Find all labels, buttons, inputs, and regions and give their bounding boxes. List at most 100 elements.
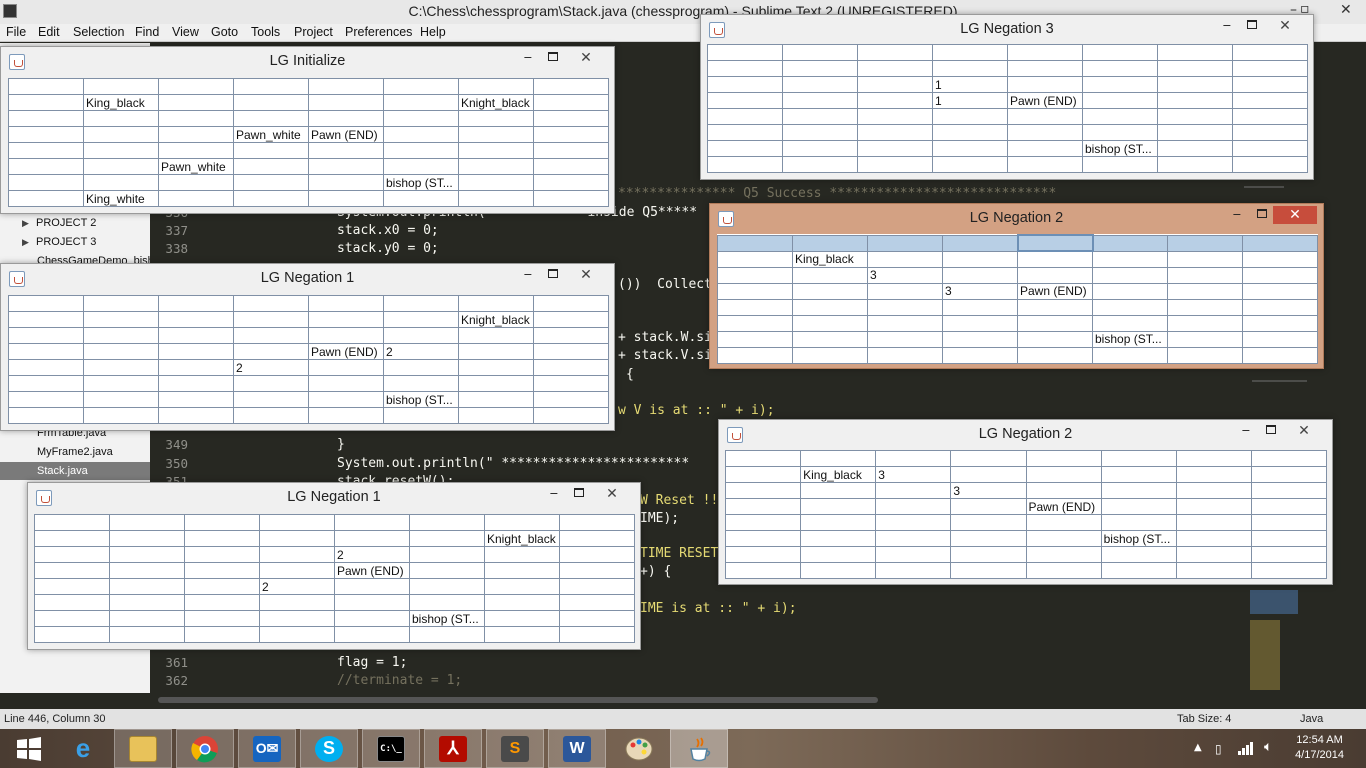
table-cell[interactable]	[867, 330, 943, 348]
table-cell[interactable]	[533, 311, 609, 328]
table-cell[interactable]	[1157, 76, 1233, 93]
table-cell[interactable]	[233, 174, 309, 191]
table-cell[interactable]	[1250, 450, 1328, 467]
table-cell[interactable]: bishop (ST...	[409, 610, 485, 627]
table-cell[interactable]	[383, 375, 459, 392]
table-cell[interactable]	[1175, 562, 1252, 579]
table-cell[interactable]	[1007, 140, 1083, 157]
menu-tools[interactable]: Tools	[251, 25, 280, 39]
table-cell[interactable]	[707, 140, 783, 157]
table-cell[interactable]	[409, 546, 485, 563]
table-cell[interactable]	[83, 78, 159, 95]
table-cell[interactable]	[717, 346, 793, 364]
sublime-text-button[interactable]: S	[486, 729, 544, 768]
table-cell[interactable]	[1025, 530, 1102, 547]
table-cell[interactable]	[1082, 92, 1158, 109]
table-cell[interactable]	[1007, 156, 1083, 173]
table-cell[interactable]	[533, 391, 609, 408]
table-cell[interactable]	[233, 78, 309, 95]
table-cell[interactable]: 3	[875, 466, 952, 483]
table-cell[interactable]	[1232, 92, 1308, 109]
table-cell[interactable]	[1100, 498, 1177, 515]
table-cell[interactable]	[800, 546, 877, 563]
table-cell[interactable]	[158, 174, 234, 191]
table-cell[interactable]	[1232, 44, 1308, 61]
table-cell[interactable]	[308, 407, 384, 424]
scrollbar-thumb[interactable]	[158, 697, 878, 703]
table-row[interactable]	[717, 234, 1318, 252]
table-row[interactable]: bishop (ST...	[8, 174, 609, 191]
table-cell[interactable]	[233, 407, 309, 424]
table-cell[interactable]	[782, 60, 858, 77]
table-cell[interactable]	[233, 142, 309, 159]
table-cell[interactable]	[1250, 562, 1328, 579]
table-cell[interactable]	[1082, 60, 1158, 77]
table-cell[interactable]	[1100, 482, 1177, 499]
table-cell[interactable]	[158, 190, 234, 207]
table-cell[interactable]	[83, 142, 159, 159]
table-cell[interactable]	[458, 295, 534, 312]
table-cell[interactable]	[308, 158, 384, 175]
table-cell[interactable]	[559, 578, 635, 595]
table-row[interactable]	[724, 450, 1328, 467]
table-row[interactable]	[707, 124, 1308, 141]
table-cell[interactable]	[1017, 314, 1093, 332]
table-cell[interactable]	[34, 626, 110, 643]
table-cell[interactable]	[857, 140, 933, 157]
table-cell[interactable]	[458, 142, 534, 159]
table-cell[interactable]	[409, 594, 485, 611]
table-cell[interactable]	[707, 124, 783, 141]
table-row[interactable]	[707, 44, 1308, 61]
table-cell[interactable]	[1157, 124, 1233, 141]
table-cell[interactable]	[1092, 282, 1168, 300]
table-cell[interactable]	[932, 60, 1008, 77]
table-cell[interactable]	[158, 375, 234, 392]
table-cell[interactable]	[1157, 140, 1233, 157]
table-cell[interactable]	[533, 158, 609, 175]
table-row[interactable]	[724, 562, 1328, 579]
table-cell[interactable]	[259, 610, 335, 627]
table-cell[interactable]	[484, 626, 560, 643]
table-cell[interactable]	[233, 391, 309, 408]
table-cell[interactable]: bishop (ST...	[1100, 530, 1177, 547]
table-cell[interactable]	[1167, 282, 1243, 300]
table-cell[interactable]	[184, 530, 260, 547]
table-cell[interactable]	[792, 346, 868, 364]
table-row[interactable]: 1 Pawn (END)	[707, 92, 1308, 109]
table-cell[interactable]: Knight_black	[484, 530, 560, 547]
table-cell[interactable]	[950, 450, 1027, 467]
table-cell[interactable]	[800, 530, 877, 547]
table-row[interactable]: bishop (ST...	[724, 530, 1328, 547]
table-cell[interactable]	[1092, 234, 1168, 252]
table-cell[interactable]	[1175, 482, 1252, 499]
chrome-button[interactable]	[176, 729, 234, 768]
start-button[interactable]	[0, 729, 58, 768]
table-cell[interactable]	[782, 92, 858, 109]
table-cell[interactable]	[724, 450, 802, 467]
table-cell[interactable]	[1007, 76, 1083, 93]
table-cell[interactable]	[83, 359, 159, 376]
table-cell[interactable]	[158, 407, 234, 424]
table-cell[interactable]	[383, 311, 459, 328]
table-row[interactable]: bishop (ST...	[8, 391, 609, 408]
table-cell[interactable]	[8, 407, 84, 424]
table-cell[interactable]	[875, 546, 952, 563]
table-cell[interactable]: 1	[932, 92, 1008, 109]
table-cell[interactable]	[707, 44, 783, 61]
table-cell[interactable]	[158, 78, 234, 95]
table-row[interactable]: Pawn_white	[8, 158, 609, 175]
table-cell[interactable]	[724, 530, 802, 547]
minimize-icon[interactable]: ‒	[524, 50, 532, 65]
table-cell[interactable]	[857, 44, 933, 61]
table-cell[interactable]: Pawn (END)	[1007, 92, 1083, 109]
table-cell[interactable]	[1092, 314, 1168, 332]
table-cell[interactable]: 3	[950, 482, 1027, 499]
table-cell[interactable]	[1082, 76, 1158, 93]
table-cell[interactable]	[233, 343, 309, 360]
table-cell[interactable]	[259, 562, 335, 579]
menu-help[interactable]: Help	[420, 25, 446, 39]
table-cell[interactable]	[932, 156, 1008, 173]
table-cell[interactable]	[233, 94, 309, 111]
table-cell[interactable]	[109, 626, 185, 643]
table-cell[interactable]	[158, 327, 234, 344]
